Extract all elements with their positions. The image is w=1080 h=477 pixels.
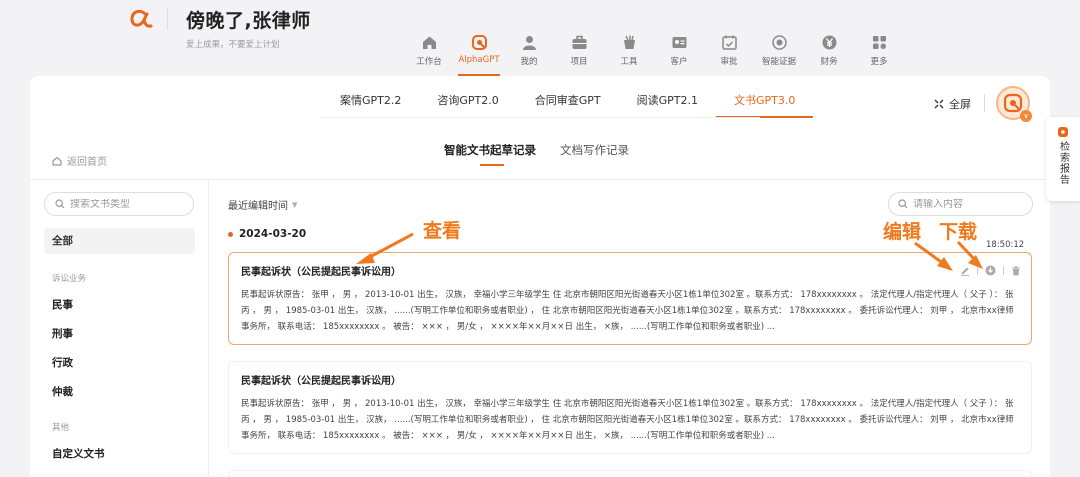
group-label-other: 其他: [52, 423, 70, 433]
trash-icon[interactable]: [1011, 265, 1021, 276]
approval-icon: [721, 35, 737, 50]
contact-card-icon: [672, 37, 686, 48]
nav-label: 客户: [670, 57, 688, 67]
record-subtabs: 智能文书起草记录 文档写作记录: [444, 142, 629, 166]
category-administrative[interactable]: 行政: [52, 355, 73, 370]
tab-contract-review-gpt[interactable]: 合同审查GPT: [517, 92, 619, 118]
date-label: 2024-03-20: [239, 228, 307, 240]
document-preview: 民事起诉状原告： 张甲 ， 男 ， 2013-10-01 出生， 汉族， 幸福小…: [241, 290, 1014, 332]
document-actions: [960, 265, 1021, 276]
sort-label: 最近编辑时间: [228, 201, 288, 212]
fullscreen-button[interactable]: 全屏: [934, 96, 971, 112]
category-civil[interactable]: 民事: [52, 297, 73, 312]
nav-label: 我的: [520, 57, 538, 67]
document-record-card[interactable]: 民事起诉状（公民提起民事诉讼用） 民事起诉状原告： 张甲 ， 男 ， 2013-…: [228, 252, 1032, 345]
briefcase-icon: [572, 35, 586, 49]
nav-label: 智能证据: [761, 57, 796, 67]
group-label-litigation: 诉讼业务: [52, 274, 87, 284]
document-type-sidebar: 全部 诉讼业务 民事 刑事 行政 仲裁 其他 自定义文书: [30, 180, 209, 477]
back-home-link[interactable]: 返回首页: [52, 153, 107, 168]
record-search: [888, 192, 1033, 216]
caret-down-icon: ▼: [292, 200, 298, 209]
search-icon: [55, 199, 65, 209]
category-all[interactable]: 全部: [44, 228, 195, 254]
timeline-dot: [228, 231, 233, 237]
nav-item-evidence[interactable]: 智能证据: [754, 34, 804, 70]
document-record-card[interactable]: 民事起诉状（公民提起民事诉讼用） 民事起诉状原告： 张甲 ， 男 ， 2013-…: [228, 361, 1032, 454]
nav-item-approval[interactable]: 审批: [704, 34, 754, 70]
search-report-label: 检索报告: [1057, 141, 1069, 185]
grid-icon: [872, 36, 886, 49]
document-preview: 民事起诉状原告： 张甲 ， 男 ， 2013-10-01 出生， 汉族， 幸福小…: [241, 399, 1014, 441]
logo-divider: [167, 8, 168, 30]
tab-document-gpt[interactable]: 文书GPT3.0: [716, 92, 814, 118]
category-arbitration[interactable]: 仲裁: [52, 384, 73, 399]
alphagpt-icon: [1058, 127, 1068, 137]
action-divider: [977, 266, 978, 275]
subtab-drafting-records[interactable]: 智能文书起草记录: [444, 142, 536, 166]
document-type-search: [44, 192, 194, 216]
tabs-divider: [320, 117, 760, 118]
tab-consult-gpt[interactable]: 咨询GPT2.0: [419, 92, 516, 118]
nav-item-alphagpt[interactable]: AlphaGPT: [454, 34, 504, 76]
category-custom-document[interactable]: 自定义文书: [52, 446, 105, 461]
home-icon: [52, 156, 62, 166]
nav-label: 工作台: [416, 57, 442, 67]
download-icon[interactable]: [985, 265, 996, 276]
back-home-label: 返回首页: [67, 157, 107, 168]
gpt-tabs: 案情GPT2.2 咨询GPT2.0 合同审查GPT 阅读GPT2.1 文书GPT…: [322, 92, 814, 118]
main-nav: 工作台 AlphaGPT 我的 项目 工具 客户 审批 智能证据 财务 更多: [404, 34, 904, 76]
nav-item-mine[interactable]: 我的: [504, 34, 554, 70]
top-header: 傍晚了,张律师 爱上成果，不要爱上计划 工作台 AlphaGPT 我的 项目 工…: [0, 0, 1080, 76]
document-title: 民事起诉状（公民提起民事诉讼用）: [241, 376, 401, 387]
document-title: 民事起诉状（公民提起民事诉讼用）: [241, 267, 401, 278]
document-type-search-input[interactable]: [70, 198, 170, 210]
nav-label: AlphaGPT: [458, 55, 500, 65]
nav-item-clients[interactable]: 客户: [654, 34, 704, 70]
tab-reading-gpt[interactable]: 阅读GPT2.1: [619, 92, 716, 118]
main-card: 案情GPT2.2 咨询GPT2.0 合同审查GPT 阅读GPT2.1 文书GPT…: [30, 76, 1050, 477]
nav-label: 更多: [870, 57, 888, 67]
annotation-edit: 编辑: [883, 221, 922, 243]
category-criminal[interactable]: 刑事: [52, 326, 73, 341]
nav-item-projects[interactable]: 项目: [554, 34, 604, 70]
evidence-icon: [771, 35, 787, 50]
annotation-download: 下载: [939, 221, 978, 243]
date-group-header: 2024-03-20: [228, 228, 306, 240]
annotation-view: 查看: [423, 220, 462, 242]
greeting-title: 傍晚了,张律师: [186, 10, 311, 32]
header-divider: [984, 94, 985, 112]
slogan: 爱上成果，不要爱上计划: [186, 40, 280, 50]
record-search-input[interactable]: [913, 198, 1013, 210]
alpha-logo-icon[interactable]: [128, 6, 154, 32]
fullscreen-label: 全屏: [949, 98, 971, 111]
search-report-float-tab[interactable]: 检索报告: [1046, 117, 1080, 201]
nav-item-finance[interactable]: 财务: [804, 34, 854, 70]
robot-avatar-icon: [1003, 93, 1023, 113]
nav-label: 财务: [820, 57, 838, 67]
nav-label: 审批: [720, 57, 738, 67]
sort-dropdown[interactable]: 最近编辑时间 ▼: [228, 197, 298, 213]
nav-label: 项目: [570, 57, 588, 67]
home-icon: [422, 36, 436, 49]
tools-icon: [623, 35, 635, 49]
subtab-writing-records[interactable]: 文档写作记录: [560, 142, 629, 166]
tab-case-gpt[interactable]: 案情GPT2.2: [322, 92, 419, 118]
nav-item-tools[interactable]: 工具: [604, 34, 654, 70]
document-record-card-partial[interactable]: [228, 470, 1032, 477]
nav-item-more[interactable]: 更多: [854, 34, 904, 70]
expand-icon: [934, 99, 944, 109]
record-time: 18:50:12: [986, 240, 1025, 250]
nav-label: 工具: [620, 57, 638, 67]
edit-icon[interactable]: [960, 266, 970, 276]
alphagpt-icon: [471, 35, 487, 50]
search-icon: [898, 199, 908, 209]
avatar-dropdown-badge[interactable]: ∨: [1020, 110, 1032, 122]
yen-icon: [822, 35, 836, 50]
nav-item-workbench[interactable]: 工作台: [404, 34, 454, 70]
action-divider: [1003, 266, 1004, 275]
user-icon: [522, 36, 536, 50]
